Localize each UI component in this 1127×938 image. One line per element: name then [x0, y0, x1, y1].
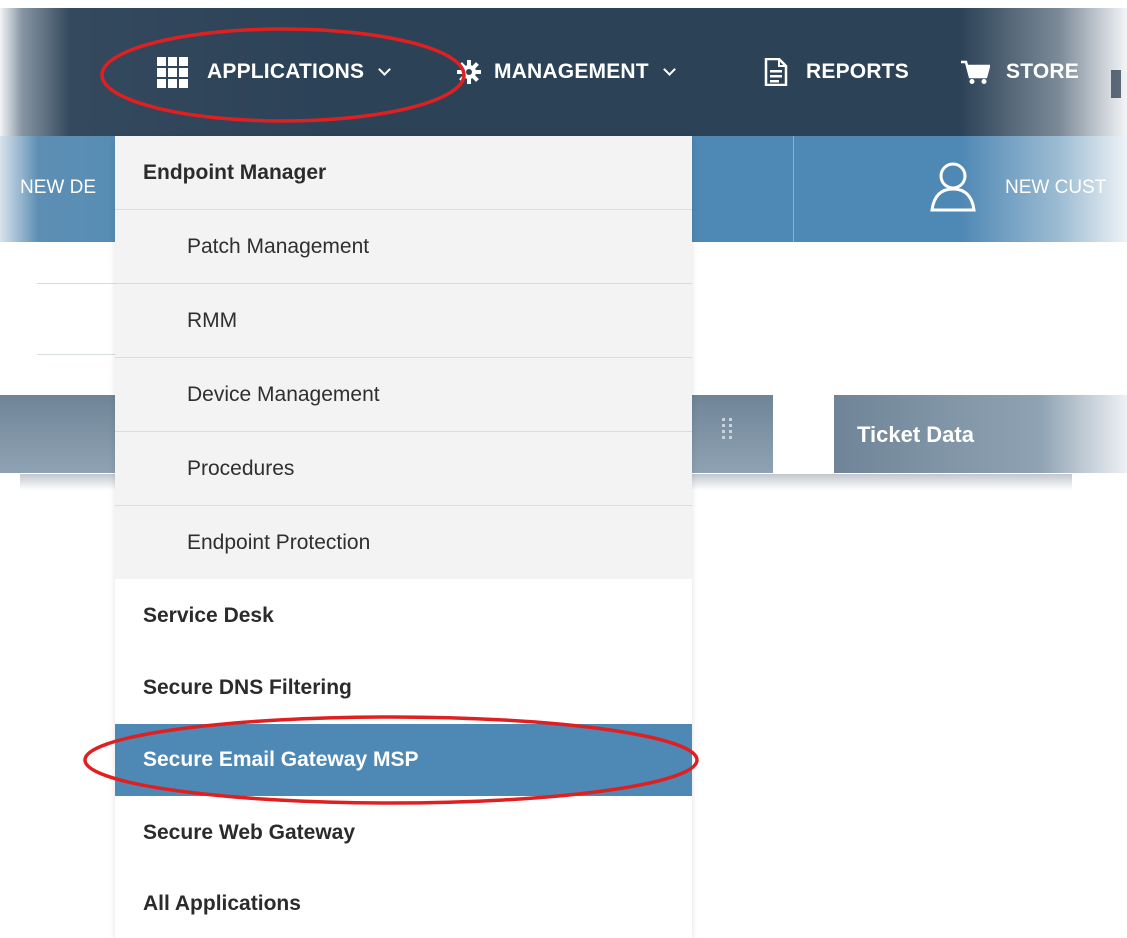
- new-customer-button[interactable]: NEW CUST: [1005, 177, 1106, 199]
- menu-item-endpoint-manager[interactable]: Endpoint Manager: [115, 136, 692, 210]
- menu-item-all-applications[interactable]: All Applications: [115, 869, 692, 938]
- applications-menu-button[interactable]: APPLICATIONS: [157, 8, 392, 136]
- management-label: MANAGEMENT: [494, 60, 649, 83]
- chevron-down-icon: [662, 63, 676, 76]
- top-navigation-bar: APPLICATIONS MANAGEMENT REPORTS STORE: [0, 8, 1127, 136]
- menu-item-service-desk[interactable]: Service Desk: [115, 579, 692, 652]
- gear-icon: [457, 60, 481, 84]
- menu-item-label: RMM: [187, 308, 238, 332]
- menu-item-secure-dns-filtering[interactable]: Secure DNS Filtering: [115, 652, 692, 724]
- user-icon: [930, 162, 976, 212]
- menu-item-label: Device Management: [187, 382, 380, 406]
- widget-header-left: [0, 395, 115, 473]
- menu-item-label: Endpoint Manager: [143, 160, 327, 184]
- grid-icon: [157, 56, 188, 88]
- menu-item-procedures[interactable]: Procedures: [115, 432, 692, 506]
- menu-item-secure-web-gateway[interactable]: Secure Web Gateway: [115, 796, 692, 869]
- menu-item-endpoint-protection[interactable]: Endpoint Protection: [115, 506, 692, 579]
- applications-label: APPLICATIONS: [207, 60, 365, 83]
- divider-line: [37, 354, 115, 355]
- menu-item-label: Secure DNS Filtering: [143, 676, 352, 699]
- action-divider: [793, 136, 794, 242]
- document-icon: [764, 58, 788, 86]
- chevron-down-icon: [378, 63, 392, 76]
- reports-label: REPORTS: [806, 60, 909, 83]
- menu-item-rmm[interactable]: RMM: [115, 284, 692, 358]
- menu-item-patch-management[interactable]: Patch Management: [115, 210, 692, 284]
- menu-item-label: Patch Management: [187, 234, 370, 258]
- cart-icon: [961, 60, 990, 84]
- widget-shadow: [692, 474, 1072, 490]
- nav-overflow-edge: [1111, 70, 1121, 98]
- menu-item-label: Service Desk: [143, 603, 274, 627]
- menu-item-label: Endpoint Protection: [187, 530, 371, 554]
- menu-item-device-management[interactable]: Device Management: [115, 358, 692, 432]
- ticket-data-title: Ticket Data: [857, 422, 974, 447]
- reports-menu-button[interactable]: REPORTS: [764, 8, 909, 136]
- drag-handle-icon[interactable]: [722, 418, 734, 439]
- menu-item-label: Procedures: [187, 456, 295, 480]
- menu-item-label: Secure Email Gateway MSP: [143, 748, 419, 771]
- applications-dropdown-menu: Endpoint Manager Patch Management RMM De…: [115, 136, 692, 938]
- menu-item-secure-email-gateway-msp[interactable]: Secure Email Gateway MSP: [115, 724, 692, 796]
- menu-item-label: All Applications: [143, 891, 301, 915]
- divider-line: [37, 283, 115, 284]
- store-label: STORE: [1006, 60, 1079, 83]
- store-menu-button[interactable]: STORE: [960, 8, 1079, 136]
- management-menu-button[interactable]: MANAGEMENT: [456, 8, 676, 136]
- menu-item-label: Secure Web Gateway: [143, 820, 356, 844]
- new-device-button[interactable]: NEW DE: [20, 177, 96, 199]
- widget-shadow: [20, 474, 115, 490]
